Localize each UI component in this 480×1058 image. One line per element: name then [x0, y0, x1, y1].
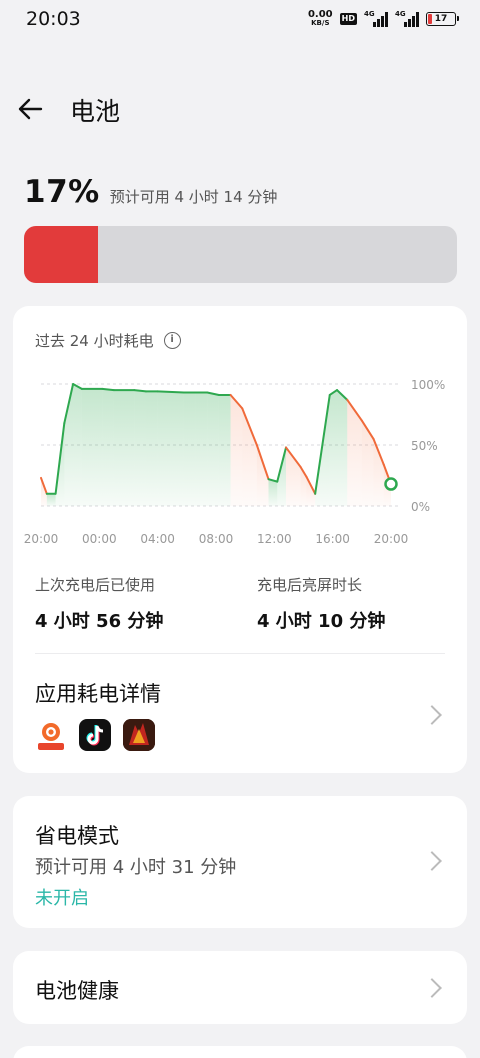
status-icons: 0.00 KB/S HD 4G 4G 17 [308, 8, 459, 30]
game-icon [123, 719, 155, 751]
area-segment [218, 394, 231, 506]
line-segment [156, 390, 185, 394]
battery-health-chevron-icon[interactable] [422, 978, 442, 998]
area-segment [73, 384, 82, 506]
area-segment [113, 390, 135, 506]
next-card [13, 1046, 467, 1058]
network-type-label-2: 4G [395, 10, 406, 18]
area-segment [268, 479, 278, 506]
stat-used-value: 4 小时 56 分钟 [35, 611, 164, 632]
signal-icon-2: 4G [395, 10, 419, 27]
stat-screen-on-value: 4 小时 10 分钟 [257, 611, 386, 632]
back-arrow-icon[interactable] [16, 95, 44, 123]
area-segment [337, 390, 348, 506]
battery-icon-text: 17 [434, 13, 448, 24]
power-saving-card[interactable]: 省电模式 预计可用 4 小时 31 分钟 未开启 [13, 796, 467, 928]
power-saving-estimate: 预计可用 4 小时 31 分钟 [35, 857, 237, 878]
x-tick-label: 12:00 [257, 532, 292, 546]
stat-used: 上次充电后已使用 4 小时 56 分钟 [35, 574, 163, 633]
speed-unit: KB/S [311, 19, 330, 27]
current-level-point [384, 477, 398, 491]
y-tick-label: 100% [411, 378, 445, 392]
stat-used-label: 上次充电后已使用 [35, 576, 156, 594]
power-saving-status: 未开启 [35, 888, 89, 909]
header: 电池 [0, 80, 480, 138]
area-segment [361, 420, 374, 506]
battery-estimate: 预计可用 4 小时 14 分钟 [109, 188, 278, 206]
app-icons [35, 719, 155, 751]
x-tick-label: 16:00 [315, 532, 350, 546]
signal-icon: 4G [364, 10, 388, 27]
x-tick-label: 20:00 [24, 532, 59, 546]
x-tick-label: 20:00 [374, 532, 409, 546]
line-segment [133, 389, 147, 393]
area-segment [134, 390, 146, 506]
network-type-label: 4G [364, 10, 375, 18]
divider [35, 653, 445, 654]
y-tick-label: 50% [411, 439, 438, 453]
tiktok-icon [79, 719, 111, 751]
area-segment [373, 438, 384, 506]
speed-value: 0.00 [307, 9, 333, 20]
battery-level: 17% [24, 174, 100, 210]
battery-usage-chart: 100% 50% 0% 20:00 00:00 04:00 08:00 12:00 16:00 2… [24, 378, 446, 546]
hd-icon: HD [339, 13, 357, 25]
status-bar: 20:03 0.00 KB/S HD 4G 4G 17 [0, 0, 480, 40]
y-tick-label: 0% [411, 500, 430, 514]
app-usage-chevron-icon[interactable] [422, 705, 442, 725]
info-icon[interactable]: i [163, 332, 181, 349]
x-tick-label: 08:00 [199, 532, 234, 546]
area-segment [81, 388, 103, 506]
battery-health-title: 电池健康 [35, 979, 119, 1003]
battery-icon: 17 [426, 12, 459, 26]
x-tick-label: 00:00 [82, 532, 117, 546]
app-usage-title[interactable]: 应用耗电详情 [35, 678, 161, 708]
area-segment [157, 391, 184, 506]
usage-card: 过去 24 小时耗电 i 100% 50% 0% 20:00 00:00 04:00 08:… [13, 306, 467, 773]
battery-bar [24, 226, 457, 283]
app-icon-1 [35, 719, 67, 751]
area-segment [329, 390, 338, 506]
battery-level-row: 17% 预计可用 4 小时 14 分钟 [24, 174, 277, 210]
status-time: 20:03 [26, 8, 81, 30]
area-segment [242, 408, 257, 506]
area-segment [230, 394, 243, 506]
area-segment [146, 391, 158, 506]
network-speed: 0.00 KB/S [308, 10, 333, 28]
stat-screen-on-label: 充电后亮屏时长 [257, 576, 363, 594]
chart-title-row: 过去 24 小时耗电 i [35, 330, 181, 351]
x-tick-label: 04:00 [140, 532, 175, 546]
chart-title: 过去 24 小时耗电 [35, 332, 154, 350]
area-segment [183, 392, 196, 506]
area-segment [102, 388, 114, 506]
power-saving-chevron-icon[interactable] [422, 851, 442, 871]
area-segment [46, 493, 56, 506]
power-saving-title: 省电模式 [35, 824, 119, 848]
page-title: 电池 [70, 97, 121, 126]
stat-screen-on: 充电后亮屏时长 4 小时 10 分钟 [257, 574, 385, 633]
line-segment [101, 387, 115, 392]
area-segment [207, 392, 219, 506]
battery-bar-fill [24, 226, 98, 283]
area-segment [195, 392, 208, 506]
battery-health-card[interactable]: 电池健康 [13, 951, 467, 1024]
